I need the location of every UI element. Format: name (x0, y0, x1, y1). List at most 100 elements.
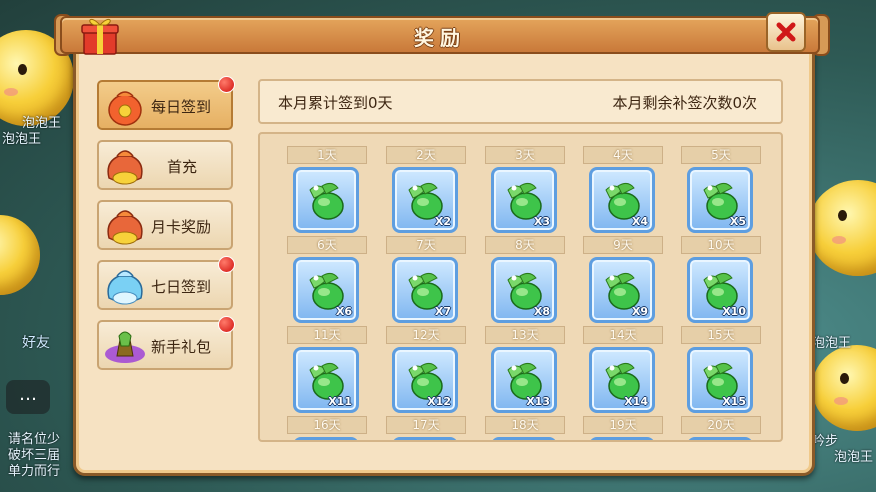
day-label: 8天 (485, 236, 565, 254)
close-button[interactable] (766, 12, 806, 52)
reward-item-slot[interactable]: X14 (589, 347, 655, 413)
menu-item-newbie-pack[interactable]: 新手礼包 (97, 316, 235, 370)
day-label: 6天 (287, 236, 367, 254)
reward-item-slot[interactable] (491, 437, 557, 440)
menu-item-seven-day[interactable]: 七日签到 (97, 256, 235, 310)
gold-coin-bag-icon (107, 210, 143, 245)
reward-day-cell: 8天 X8 (485, 236, 565, 323)
bg-label: 泡泡王 (834, 450, 874, 465)
reward-item-slot[interactable]: X2 (392, 167, 458, 233)
reward-day-cell: 9天 X9 (583, 236, 663, 323)
title-bar: 奖励 (60, 16, 820, 54)
reward-quantity: X14 (624, 395, 648, 408)
reward-item-slot[interactable] (687, 437, 753, 440)
reward-item-slot[interactable] (293, 437, 359, 440)
reward-quantity: X3 (533, 215, 550, 228)
reward-quantity: X2 (434, 215, 451, 228)
reward-day-cell: 18天 (485, 416, 565, 440)
reward-day-cell: 15天 X15 (681, 326, 761, 413)
reward-day-cell: 10天 X10 (681, 236, 761, 323)
menu-item-label: 首充 (167, 158, 198, 176)
day-label: 10天 (681, 236, 761, 254)
day-label: 13天 (485, 326, 565, 344)
day-label: 18天 (485, 416, 565, 434)
reward-quantity: X7 (434, 305, 451, 318)
reward-item-slot[interactable]: X3 (491, 167, 557, 233)
bg-label: 泡泡王 (2, 132, 42, 147)
reward-item-slot[interactable]: X12 (392, 347, 458, 413)
day-label: 5天 (681, 146, 761, 164)
reward-day-cell: 19天 (583, 416, 663, 440)
reward-item-slot[interactable] (293, 167, 359, 233)
reward-item-slot[interactable] (589, 437, 655, 440)
reward-quantity: X5 (729, 215, 746, 228)
menu-item-first-recharge[interactable]: 首充 (97, 140, 233, 190)
reward-grid: 1天 2天 X2 3天 X3 4天 X4 5天 X5 6天 X6 7天 X7 8天 X8 9天 X9 10天 X10… (258, 132, 783, 442)
signin-summary-bar: 本月累计签到0天 本月剩余补签次数0次 (258, 79, 783, 124)
reward-item-slot[interactable]: X9 (589, 257, 655, 323)
monthly-signin-count: 本月累计签到0天 (278, 94, 393, 112)
menu-item-daily-signin[interactable]: 每日签到 (97, 76, 235, 130)
bg-label: 好友 (22, 335, 50, 351)
reward-day-cell: 6天 X6 (287, 236, 367, 323)
red-pouch-icon (108, 91, 142, 126)
reward-quantity: X8 (533, 305, 550, 318)
reward-item-slot[interactable]: X7 (392, 257, 458, 323)
menu-item-label: 新手礼包 (151, 338, 212, 356)
reward-day-cell: 12天 X12 (386, 326, 466, 413)
day-label: 19天 (583, 416, 663, 434)
menu-item-monthly-card[interactable]: 月卡奖励 (97, 200, 233, 250)
reward-day-cell: 2天 X2 (386, 146, 466, 233)
reward-item-slot[interactable]: X11 (293, 347, 359, 413)
gold-coin-bag-icon (107, 150, 143, 185)
menu-item-label: 每日签到 (151, 98, 212, 116)
bg-label: 单力而行 (8, 464, 61, 479)
notification-badge (218, 316, 235, 333)
blue-crystal-bag-icon (107, 270, 143, 305)
day-label: 12天 (386, 326, 466, 344)
reward-day-cell: 7天 X7 (386, 236, 466, 323)
reward-item-slot[interactable]: X4 (589, 167, 655, 233)
day-label: 9天 (583, 236, 663, 254)
bg-label: 吟步 (812, 434, 839, 449)
reward-quantity: X11 (328, 395, 352, 408)
reward-day-cell: 4天 X4 (583, 146, 663, 233)
reward-item-slot[interactable]: X13 (491, 347, 557, 413)
chat-bubble-icon[interactable]: … (6, 380, 50, 414)
reward-item-slot[interactable]: X8 (491, 257, 557, 323)
day-label: 11天 (287, 326, 367, 344)
reward-item-slot[interactable]: X10 (687, 257, 753, 323)
day-label: 2天 (386, 146, 466, 164)
window-title: 奖励 (414, 26, 466, 50)
purple-gem-chest-icon (105, 331, 145, 363)
reward-day-cell: 20天 (681, 416, 761, 440)
reward-item-slot[interactable]: X6 (293, 257, 359, 323)
reward-day-cell: 17天 (386, 416, 466, 440)
notification-badge (218, 256, 235, 273)
day-label: 14天 (583, 326, 663, 344)
notification-badge (218, 76, 235, 93)
reward-day-cell: 14天 X14 (583, 326, 663, 413)
reward-day-cell: 11天 X11 (287, 326, 367, 413)
gift-box-icon (80, 14, 120, 56)
menu-item-label: 月卡奖励 (151, 218, 212, 236)
reward-quantity: X12 (427, 395, 451, 408)
day-label: 17天 (386, 416, 466, 434)
day-label: 4天 (583, 146, 663, 164)
reward-quantity: X4 (631, 215, 648, 228)
reward-quantity: X6 (335, 305, 352, 318)
reward-item-slot[interactable]: X5 (687, 167, 753, 233)
reward-item-slot[interactable] (392, 437, 458, 440)
reward-item-slot[interactable]: X15 (687, 347, 753, 413)
close-icon (776, 22, 796, 42)
reward-day-cell: 1天 (287, 146, 367, 233)
day-label: 15天 (681, 326, 761, 344)
reward-quantity: X10 (722, 305, 746, 318)
day-label: 16天 (287, 416, 367, 434)
makeup-signin-remaining: 本月剩余补签次数0次 (612, 94, 757, 112)
menu-item-label: 七日签到 (151, 278, 212, 296)
reward-day-cell: 5天 X5 (681, 146, 761, 233)
reward-day-cell: 16天 (287, 416, 367, 440)
reward-quantity: X15 (722, 395, 746, 408)
day-label: 1天 (287, 146, 367, 164)
